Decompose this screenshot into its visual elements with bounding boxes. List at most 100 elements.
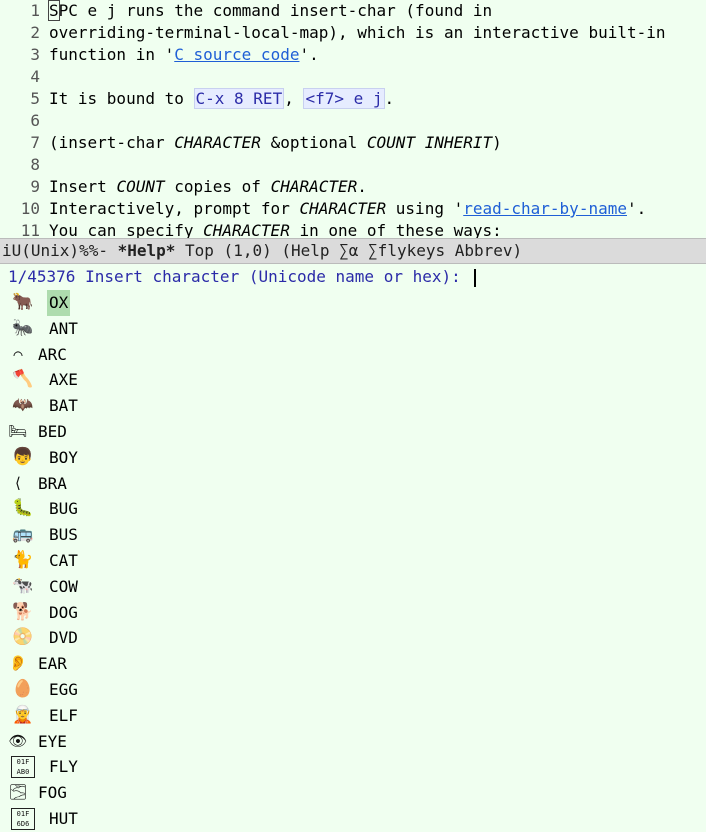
help-buffer[interactable]: 1 SPC e j runs the command insert-char (f… (0, 0, 706, 238)
candidate-name: EGG (49, 679, 78, 699)
text-span: using ' (386, 199, 464, 218)
text-span: '. (626, 199, 647, 218)
candidate-item[interactable]: ⌒ ARC (10, 342, 706, 368)
candidate-name: ARC (38, 344, 67, 364)
candidate-item[interactable]: 🐛 BUG (10, 496, 706, 522)
character-glyph-icon: 🐄 (12, 575, 34, 596)
line-text: (insert-char CHARACTER &optional COUNT I… (49, 132, 706, 154)
candidate-name: BRA (38, 473, 67, 493)
candidate-item[interactable]: 🚌 BUS (10, 522, 706, 548)
mode-line: iU(Unix)%%- *Help* Top (1,0) (Help ∑α ∑f… (0, 238, 706, 264)
candidate-item[interactable]: 🧝 ELF (10, 703, 706, 729)
candidate-item[interactable]: 🦇 BAT (10, 393, 706, 419)
line-number: 10 (20, 199, 40, 218)
text-cursor (474, 268, 477, 287)
line-text: Interactively, prompt for CHARACTER usin… (49, 198, 706, 220)
candidate-item[interactable]: 🐜 ANT (10, 316, 706, 342)
candidate-name: BOY (49, 447, 78, 467)
line-number: 5 (30, 89, 40, 108)
character-glyph-icon: 👂 (8, 654, 28, 673)
line-text: Insert COUNT copies of CHARACTER. (49, 176, 706, 198)
candidate-name: COW (49, 576, 78, 596)
text-span: '. (299, 45, 319, 64)
text-span: Insert (49, 177, 117, 196)
help-line: 6 (0, 110, 706, 132)
candidate-item[interactable]: 🐂 OX (10, 290, 706, 316)
character-glyph-icon: 👁 (8, 731, 28, 750)
candidate-item[interactable]: 👂 EAR (8, 651, 706, 677)
line-text: You can specify CHARACTER in one of thes… (49, 220, 706, 238)
text-span: overriding-terminal-local-map), which is… (49, 23, 666, 42)
argument-name: INHERIT (424, 133, 493, 152)
candidate-name: HUT (49, 808, 78, 828)
hex-codepoint-box-icon: 01F AB0 (11, 756, 35, 779)
help-line: 2 overriding-terminal-local-map), which i… (0, 22, 706, 44)
text-span: . (384, 89, 395, 108)
candidate-item[interactable]: 🥚 EGG (10, 677, 706, 703)
candidate-item[interactable]: ⟨ BRA (10, 471, 706, 497)
character-glyph-icon: 🥚 (12, 678, 34, 699)
text-span: copies of (164, 177, 271, 196)
line-number: 11 (20, 221, 40, 238)
candidate-name: CAT (49, 550, 78, 570)
minibuffer[interactable]: 1/45376 Insert character (Unicode name o… (0, 264, 706, 290)
character-glyph-icon: 🚌 (12, 524, 34, 545)
text-span: PC e j runs the command insert-char (fou… (58, 1, 493, 20)
candidate-name: EAR (38, 654, 67, 674)
candidate-item[interactable]: 🛏 BED (8, 419, 706, 445)
character-glyph-icon: ⌒ (13, 344, 23, 363)
minibuffer-prompt: Insert character (Unicode name or hex): (75, 267, 471, 286)
text-span: &optional (260, 133, 367, 152)
candidate-item[interactable]: 🐕 DOG (10, 600, 706, 626)
candidate-item[interactable]: 01F AB0 FLY (10, 754, 706, 780)
completion-candidates: 🐂 OX 🐜 ANT ⌒ ARC 🪓 AXE 🦇 BAT 🛏 BED 👦 BOY ⟨ BRA 🐛 BUG 🚌 BUS 🐈… (0, 290, 706, 832)
line-text: It is bound to C-x 8 RET, <f7> e j. (49, 88, 706, 110)
candidate-name: FLY (49, 757, 78, 777)
help-link[interactable]: read-char-by-name (463, 199, 627, 218)
character-glyph-icon: 🛏 (8, 421, 28, 440)
character-glyph-icon: 👦 (12, 446, 34, 467)
candidate-count: 1/45376 (8, 267, 76, 286)
text-span: in one of these ways: (289, 221, 502, 238)
text-span: , (284, 89, 304, 108)
candidate-name: ANT (49, 318, 78, 338)
candidate-item[interactable]: 🐈 CAT (10, 548, 706, 574)
character-glyph-icon: 01F 6D6 (10, 807, 36, 830)
line-text (49, 154, 706, 176)
candidate-name: FOG (38, 783, 67, 803)
text-span (415, 133, 425, 152)
key-binding[interactable]: <f7> e j (303, 88, 385, 109)
candidate-item[interactable]: 01F 6D6 HUT (10, 806, 706, 832)
text-span: . (357, 177, 367, 196)
help-line: 5 It is bound to C-x 8 RET, <f7> e j. (0, 88, 706, 110)
character-glyph-icon: 01F AB0 (10, 756, 36, 779)
character-glyph-icon: 🌫 (8, 783, 28, 802)
candidate-item[interactable]: 🌫 FOG (8, 780, 706, 806)
candidate-item[interactable]: 👦 BOY (10, 445, 706, 471)
candidate-name: DOG (49, 602, 78, 622)
character-glyph-icon: 🐈 (12, 549, 34, 570)
line-number: 8 (30, 155, 40, 174)
candidate-item[interactable]: 👁 EYE (8, 729, 706, 755)
help-line: 3 function in 'C source code'. (0, 44, 706, 66)
argument-name: CHARACTER (203, 221, 290, 238)
argument-name: CHARACTER (299, 199, 387, 218)
help-link[interactable]: C source code (174, 45, 299, 64)
argument-name: COUNT (116, 177, 165, 196)
character-glyph-icon: 🐜 (12, 317, 34, 338)
candidate-name: BUS (49, 525, 78, 545)
candidate-item[interactable]: 🐄 COW (10, 574, 706, 600)
character-glyph-icon: 🧝 (12, 704, 34, 725)
key-binding[interactable]: C-x 8 RET (193, 88, 285, 109)
line-number: 7 (30, 133, 40, 152)
line-number: 6 (30, 111, 40, 130)
text-span: It is bound to (49, 89, 194, 108)
candidate-item[interactable]: 🪓 AXE (10, 367, 706, 393)
candidate-item[interactable]: 📀 DVD (10, 625, 706, 651)
text-span: (insert-char (49, 133, 175, 152)
line-text: SPC e j runs the command insert-char (fo… (48, 0, 706, 22)
help-line: 7 (insert-char CHARACTER &optional COUNT … (0, 132, 706, 154)
line-text: function in 'C source code'. (49, 44, 706, 66)
hex-codepoint-box-icon: 01F 6D6 (11, 807, 35, 830)
mode-line-status: Top (1,0) (Help ∑α ∑flykeys Abbrev) (175, 241, 523, 260)
